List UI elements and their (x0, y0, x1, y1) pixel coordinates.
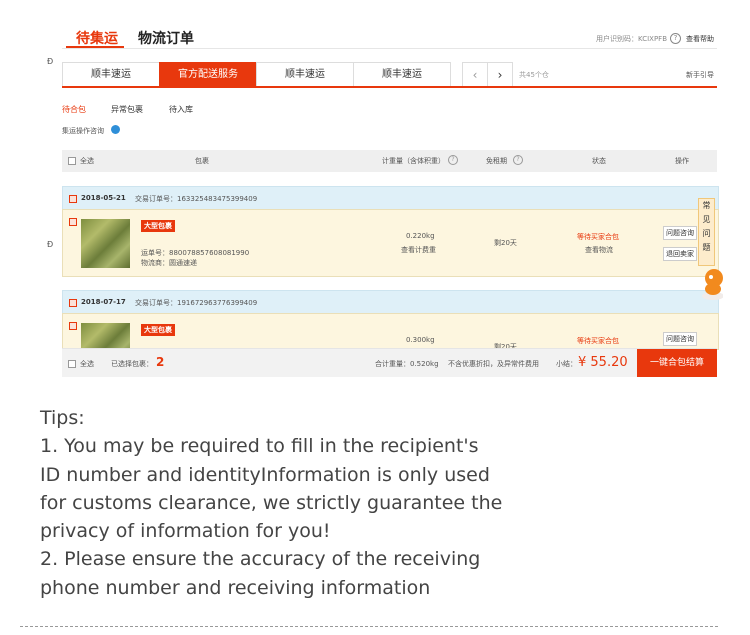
filter-pending-storage[interactable]: 待入库 (169, 104, 193, 115)
order-checkbox[interactable] (69, 299, 77, 307)
view-logistics-link[interactable]: 查看物流 (585, 245, 613, 255)
tips-title: Tips: (40, 407, 85, 429)
tips-section: Tips: 1. You may be required to fill in … (40, 404, 600, 602)
select-all-checkbox[interactable] (68, 157, 76, 165)
faq-char: 题 (702, 243, 711, 252)
question-icon[interactable]: ? (513, 155, 523, 165)
col-package: 包裹 (195, 157, 209, 165)
subtab-underline (62, 86, 717, 88)
inquiry-button[interactable]: 问题咨询 (663, 226, 697, 240)
faq-char: 见 (702, 215, 711, 224)
package-weight: 0.220kg (406, 232, 435, 240)
help-link[interactable]: 查看帮助 (686, 34, 714, 44)
faq-char: 常 (702, 201, 711, 210)
order-status: 等待买家合包 (577, 233, 619, 241)
tips-line: privacy of information for you! (40, 520, 331, 543)
tips-line: 2. Please ensure the accuracy of the rec… (40, 548, 481, 571)
subtotal-amount: ¥ 55.20 (578, 355, 628, 370)
package-weight: 0.300kg (406, 336, 435, 344)
warehouse-count: 共45个仓 (519, 71, 549, 79)
filter-abnormal[interactable]: 异常包裹 (111, 104, 143, 115)
fee-note: 不含优惠折扣，及异常件费用 (448, 360, 539, 368)
col-free-period: 免租期 (486, 157, 507, 165)
tips-line: phone number and receiving information (40, 576, 431, 599)
inquiry-button[interactable]: 问题咨询 (663, 332, 697, 346)
side-marker: Ð (47, 240, 54, 249)
package-thumbnail (81, 323, 130, 349)
faq-char: 问 (702, 229, 711, 238)
tips-line: ID number and identityInformation is onl… (40, 463, 490, 486)
order-body: 大型包裹 0.300kg 剩20天 等待买家合包 问题咨询 (62, 313, 719, 350)
order-checkbox[interactable] (69, 195, 77, 203)
order-body: 大型包裹 运单号：880078857608081990 物流商：圆通速递 0.2… (62, 209, 719, 277)
help-icon[interactable]: ? (670, 33, 681, 44)
col-weight: 计重量（含体积重） (382, 157, 445, 165)
tips-line: 1. You may be required to fill in the re… (40, 435, 479, 458)
view-billed-weight-link[interactable]: 查看计费重 (401, 245, 436, 255)
footer-select-all-label: 全选 (80, 360, 94, 368)
footer-bar: 全选 已选择包裹： 2 合计重量：0.520kg 不含优惠折扣，及异常件费用 小… (62, 348, 717, 377)
guide-link[interactable]: 新手引导 (686, 70, 714, 80)
tab-logistics-orders[interactable]: 物流订单 (138, 28, 194, 48)
user-id-label: 用户识别码：KCIXPFB (596, 35, 668, 43)
tips-line: for customs clearance, we strictly guara… (40, 491, 503, 514)
consult-label: 集运操作咨询 (62, 127, 104, 135)
order-trade-number: 交易订单号：191672963776399409 (135, 299, 258, 307)
package-checkbox[interactable] (69, 322, 77, 330)
free-period-remaining: 剩20天 (494, 239, 517, 247)
subtotal-label: 小结： (556, 360, 577, 368)
order-date: 2018-05-21 (81, 194, 126, 202)
question-icon[interactable]: ? (448, 155, 458, 165)
selected-packages-count: 2 (156, 355, 165, 369)
chat-icon[interactable] (111, 125, 120, 134)
one-click-merge-checkout-button[interactable]: 一键合包结算 (637, 349, 717, 377)
order-status: 等待买家合包 (577, 337, 619, 345)
order-header: 2018-07-17 交易订单号：191672963776399409 (62, 290, 719, 314)
order-header: 2018-05-21 交易订单号：163325483475399409 (62, 186, 719, 210)
prev-page-button[interactable]: ‹ (462, 62, 488, 88)
subtab-sf-express-1[interactable]: 顺丰速运 (62, 62, 160, 87)
subtab-sf-express-2[interactable]: 顺丰速运 (256, 62, 354, 87)
screenshot-panel: 待集运 物流订单 用户识别码：KCIXPFB ? 查看帮助 Ð Ð 顺丰速运 官… (0, 0, 750, 385)
large-package-badge: 大型包裹 (141, 324, 175, 336)
side-marker: Ð (47, 57, 54, 66)
select-all-label: 全选 (80, 157, 94, 165)
order-trade-number: 交易订单号：163325483475399409 (135, 195, 258, 203)
large-package-badge: 大型包裹 (141, 220, 175, 232)
subtab-official-delivery[interactable]: 官方配送服务 (159, 62, 257, 87)
column-header: 全选 包裹 计重量（含体积重） ? 免租期 ? 状态 操作 (62, 150, 717, 172)
selected-packages-label: 已选择包裹： (111, 360, 153, 368)
faq-sidebar-tab[interactable]: 常 见 问 题 (698, 198, 715, 266)
footer-select-all-checkbox[interactable] (68, 360, 76, 368)
total-weight: 合计重量：0.520kg (375, 360, 439, 368)
header-divider (62, 48, 717, 49)
package-checkbox[interactable] (69, 218, 77, 226)
return-to-seller-button[interactable]: 退回卖家 (663, 247, 697, 261)
package-thumbnail (81, 219, 130, 268)
dashed-divider (20, 626, 718, 627)
order-date: 2018-07-17 (81, 298, 126, 306)
col-status: 状态 (592, 157, 606, 165)
filter-pending-merge[interactable]: 待合包 (62, 104, 86, 115)
subtab-sf-express-3[interactable]: 顺丰速运 (353, 62, 451, 87)
mascot-icon (697, 266, 724, 302)
carrier-name: 物流商：圆通速递 (141, 259, 197, 267)
next-page-button[interactable]: › (487, 62, 513, 88)
tab-pending-consolidation[interactable]: 待集运 (76, 28, 118, 48)
col-action: 操作 (675, 157, 689, 165)
tracking-number: 运单号：880078857608081990 (141, 249, 250, 257)
